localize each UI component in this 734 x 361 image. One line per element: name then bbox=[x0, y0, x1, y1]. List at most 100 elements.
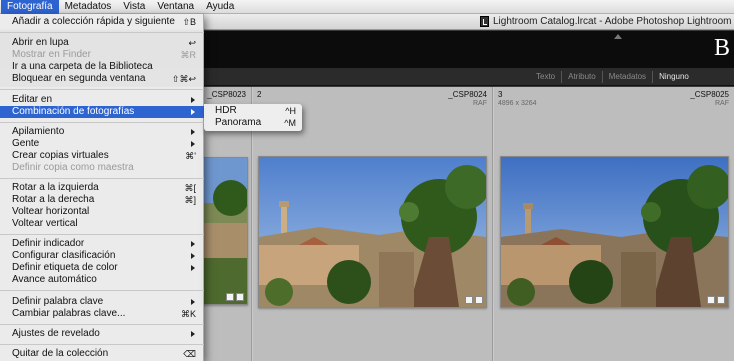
window-title: Lightroom Catalog.lrcat - Adobe Photosho… bbox=[493, 16, 734, 27]
filter-attribute[interactable]: Atributo bbox=[562, 71, 603, 83]
menu-item-rotate-right[interactable]: Rotar a la derecha ⌘] bbox=[0, 194, 204, 206]
menu-item-label: Combinación de fotografías bbox=[12, 106, 135, 117]
submenu-arrow-icon bbox=[191, 253, 195, 259]
menu-item-open-in-loupe[interactable]: Abrir en lupa ↩ bbox=[0, 37, 204, 49]
menu-metadatos[interactable]: Metadatos bbox=[59, 0, 118, 14]
grid-cell[interactable]: 3 4896 x 3264 _CSP8025 RAF bbox=[494, 87, 734, 361]
cell-filename: _CSP8023 bbox=[207, 90, 246, 99]
menu-item-set-rating[interactable]: Configurar clasificación bbox=[0, 250, 204, 262]
cell-filename: _CSP8024 bbox=[448, 90, 487, 99]
menu-item-shortcut: ⌘] bbox=[184, 195, 196, 205]
menu-item-label: Avance automático bbox=[12, 274, 97, 285]
panel-collapse-triangle-icon[interactable] bbox=[614, 34, 622, 39]
menu-item-flip-horizontal[interactable]: Voltear horizontal bbox=[0, 206, 204, 218]
menu-vista[interactable]: Vista bbox=[117, 0, 151, 14]
cell-filename: _CSP8025 bbox=[690, 90, 729, 99]
submenu-arrow-icon bbox=[191, 331, 195, 337]
thumbnail[interactable] bbox=[500, 156, 729, 308]
metadata-badge-icon[interactable] bbox=[226, 293, 234, 301]
menu-fotografia[interactable]: Fotografía bbox=[1, 0, 59, 14]
develop-badge-icon[interactable] bbox=[236, 293, 244, 301]
menu-item-label: Ir a una carpeta de la Biblioteca bbox=[12, 61, 153, 72]
filter-metadata[interactable]: Metadatos bbox=[603, 71, 654, 83]
menu-item-shortcut: ⇧B bbox=[182, 17, 196, 27]
menu-item-go-to-library-folder[interactable]: Ir a una carpeta de la Biblioteca bbox=[0, 61, 204, 73]
menu-item-flip-vertical[interactable]: Voltear vertical bbox=[0, 218, 204, 230]
menu-item-rotate-left[interactable]: Rotar a la izquierda ⌘[ bbox=[0, 182, 204, 194]
menu-item-label: Configurar clasificación bbox=[12, 250, 116, 261]
menu-item-set-color-label[interactable]: Definir etiqueta de color bbox=[0, 262, 204, 274]
menu-item-stacking[interactable]: Apilamiento bbox=[0, 126, 204, 138]
submenu-arrow-icon bbox=[191, 129, 195, 135]
menu-item-label: Editar en bbox=[12, 94, 53, 105]
menu-item-create-virtual-copies[interactable]: Crear copias virtuales ⌘' bbox=[0, 150, 204, 162]
menu-item-shortcut: ⌘K bbox=[180, 309, 196, 319]
menu-item-people[interactable]: Gente bbox=[0, 138, 204, 150]
menu-item-label: Crear copias virtuales bbox=[12, 150, 109, 161]
menu-item-change-keywords[interactable]: Cambiar palabras clave... ⌘K bbox=[0, 308, 204, 320]
submenu-arrow-icon bbox=[191, 265, 195, 271]
menu-item-set-copy-as-master: Definir copia como maestra bbox=[0, 162, 204, 174]
screen: Fotografía Metadatos Vista Ventana Ayuda… bbox=[0, 0, 734, 361]
metadata-badge-icon[interactable] bbox=[465, 296, 473, 304]
metadata-badge-icon[interactable] bbox=[707, 296, 715, 304]
photo-thumbnail bbox=[259, 157, 486, 307]
fotografia-menu: Añadir a colección rápida y siguiente ⇧B … bbox=[0, 14, 204, 361]
photo-merge-submenu: HDR ^H Panorama ^M bbox=[204, 104, 302, 131]
menu-item-shortcut: ↩ bbox=[188, 38, 196, 48]
thumbnail[interactable] bbox=[200, 157, 248, 305]
menu-item-label: Ajustes de revelado bbox=[12, 328, 100, 339]
menu-item-set-flag[interactable]: Definir indicador bbox=[0, 238, 204, 250]
menu-item-show-in-finder: Mostrar en Finder ⌘R bbox=[0, 49, 204, 61]
catalog-document-icon bbox=[480, 16, 489, 27]
menu-item-label: Voltear vertical bbox=[12, 218, 78, 229]
menu-item-add-quick-collection-next[interactable]: Añadir a colección rápida y siguiente ⇧B bbox=[0, 16, 204, 28]
filter-text[interactable]: Texto bbox=[530, 71, 563, 83]
menu-item-shortcut: ⌘[ bbox=[184, 183, 196, 193]
submenu-arrow-icon bbox=[191, 109, 195, 115]
submenu-item-label: HDR bbox=[215, 105, 237, 116]
menu-ayuda[interactable]: Ayuda bbox=[200, 0, 240, 14]
photo-thumbnail bbox=[201, 158, 247, 304]
filter-none[interactable]: Ninguno bbox=[653, 71, 695, 83]
menu-item-set-keyword[interactable]: Definir palabra clave bbox=[0, 296, 204, 308]
thumbnail[interactable] bbox=[258, 156, 487, 308]
menu-separator bbox=[0, 344, 204, 345]
submenu-item-shortcut: ^M bbox=[284, 118, 296, 128]
menu-bar: Fotografía Metadatos Vista Ventana Ayuda bbox=[0, 0, 734, 14]
cell-dimensions: 4896 x 3264 bbox=[498, 100, 537, 107]
menu-item-auto-advance[interactable]: Avance automático bbox=[0, 274, 204, 286]
menu-item-label: Rotar a la derecha bbox=[12, 194, 95, 205]
menu-item-edit-in[interactable]: Editar en bbox=[0, 94, 204, 106]
menu-item-label: Voltear horizontal bbox=[12, 206, 90, 217]
menu-separator bbox=[0, 32, 204, 33]
submenu-item-panorama[interactable]: Panorama ^M bbox=[204, 117, 302, 129]
develop-badge-icon[interactable] bbox=[475, 296, 483, 304]
menu-item-label: Quitar de la colección bbox=[12, 348, 109, 359]
menu-item-develop-settings[interactable]: Ajustes de revelado bbox=[0, 328, 204, 340]
menu-separator bbox=[0, 178, 204, 179]
menu-item-label: Definir copia como maestra bbox=[12, 162, 134, 173]
submenu-arrow-icon bbox=[191, 299, 195, 305]
menu-item-remove-from-collection[interactable]: Quitar de la colección ⌫ bbox=[0, 348, 204, 360]
menu-item-label: Apilamiento bbox=[12, 126, 65, 137]
submenu-item-label: Panorama bbox=[215, 117, 262, 128]
cell-filetype: RAF bbox=[473, 100, 487, 107]
cell-filetype: RAF bbox=[715, 100, 729, 107]
develop-badge-icon[interactable] bbox=[717, 296, 725, 304]
menu-separator bbox=[0, 324, 204, 325]
menu-item-label: Gente bbox=[12, 138, 40, 149]
menu-item-label: Cambiar palabras clave... bbox=[12, 308, 126, 319]
menu-item-label: Abrir en lupa bbox=[12, 37, 69, 48]
menu-item-photo-merge[interactable]: Combinación de fotografías bbox=[0, 106, 204, 118]
submenu-item-hdr[interactable]: HDR ^H bbox=[204, 105, 302, 117]
menu-item-label: Definir palabra clave bbox=[12, 296, 104, 307]
menu-separator bbox=[0, 122, 204, 123]
menu-item-label: Definir etiqueta de color bbox=[12, 262, 118, 273]
menu-item-shortcut: ⌘' bbox=[185, 151, 196, 161]
submenu-arrow-icon bbox=[191, 141, 195, 147]
menu-item-lock-second-window[interactable]: Bloquear en segunda ventana ⇧⌘↩ bbox=[0, 73, 204, 85]
menu-ventana[interactable]: Ventana bbox=[151, 0, 200, 14]
menu-item-label: Añadir a colección rápida y siguiente bbox=[12, 16, 175, 27]
submenu-arrow-icon bbox=[191, 241, 195, 247]
